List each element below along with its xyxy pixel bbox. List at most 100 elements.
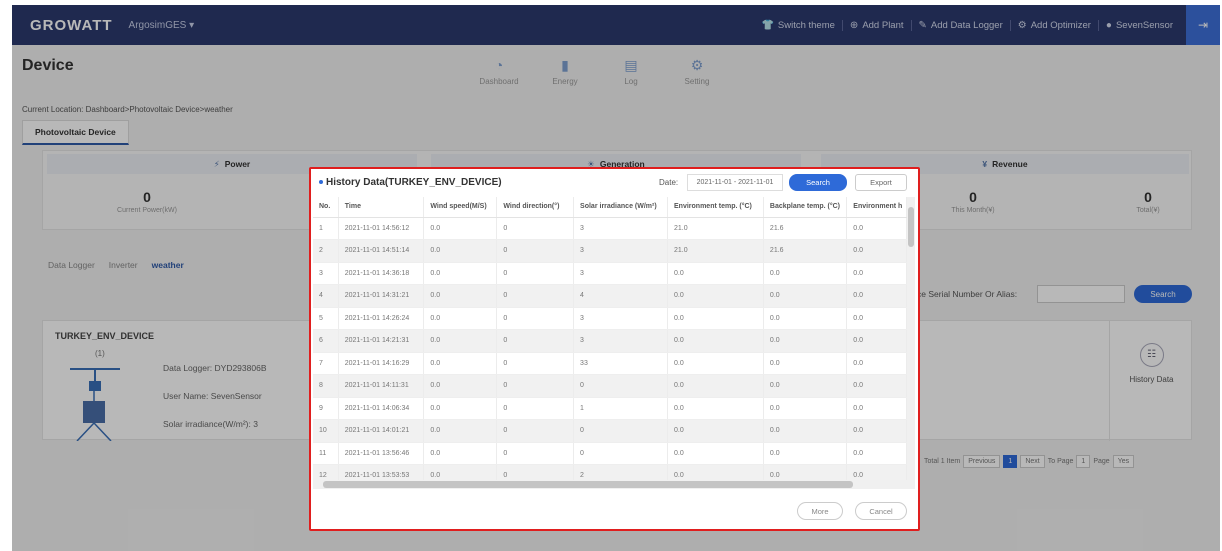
table-cell: 3 — [313, 262, 339, 285]
column-header: No. — [313, 197, 339, 218]
column-header: Backplane temp. (°C) — [763, 197, 848, 218]
table-cell: 0.0 — [846, 419, 907, 443]
table-cell: 0.0 — [846, 217, 907, 240]
table-cell: 0.0 — [846, 397, 907, 420]
table-cell: 0.0 — [763, 419, 848, 443]
table-cell: 7 — [313, 352, 339, 375]
search-button[interactable]: Search — [789, 174, 847, 191]
table-row[interactable]: 11 2021-11-01 13:56:46 0.0 0 0 0.0 0.0 0.0 — [313, 442, 907, 465]
table-row[interactable]: 5 2021-11-01 14:26:24 0.0 0 3 0.0 0.0 0.0 — [313, 307, 907, 330]
table-row[interactable]: 1 2021-11-01 14:56:12 0.0 0 3 21.0 21.6 0.0 — [313, 217, 907, 240]
table-cell: 0.0 — [423, 307, 498, 330]
table-cell: 9 — [313, 397, 339, 420]
table-row[interactable]: 7 2021-11-01 14:16:29 0.0 0 33 0.0 0.0 0.0 — [313, 352, 907, 375]
table-cell: 10 — [313, 419, 339, 443]
more-button[interactable]: More — [797, 502, 843, 520]
table-cell: 0.0 — [846, 464, 907, 480]
table-cell: 0.0 — [763, 329, 848, 353]
table-row[interactable]: 6 2021-11-01 14:21:31 0.0 0 3 0.0 0.0 0.0 — [313, 329, 907, 353]
table-cell: 0.0 — [846, 442, 907, 465]
table-cell: 0.0 — [667, 329, 764, 353]
title-dot-icon — [319, 180, 323, 185]
table-cell: 0 — [496, 329, 575, 353]
table-cell: 0.0 — [763, 374, 848, 398]
table-row[interactable]: 8 2021-11-01 14:11:31 0.0 0 0 0.0 0.0 0.0 — [313, 374, 907, 398]
vertical-scrollbar[interactable] — [907, 197, 915, 480]
table-cell: 0 — [496, 239, 575, 263]
table-cell: 4 — [573, 284, 669, 308]
table-cell: 0.0 — [423, 419, 498, 443]
cancel-button[interactable]: Cancel — [855, 502, 907, 520]
table-cell: 2021-11-01 14:26:24 — [338, 307, 425, 330]
table-cell: 1 — [573, 397, 669, 420]
history-table: No. Time Wind speed(M/S) Wind direction(°) S… — [313, 197, 907, 480]
table-row[interactable]: 3 2021-11-01 14:36:18 0.0 0 3 0.0 0.0 0.0 — [313, 262, 907, 285]
table-cell: 2021-11-01 14:11:31 — [338, 374, 425, 398]
table-cell: 0.0 — [763, 464, 848, 480]
table-cell: 0.0 — [763, 284, 848, 308]
table-cell: 0.0 — [763, 352, 848, 375]
table-cell: 0 — [496, 397, 575, 420]
table-cell: 2021-11-01 14:21:31 — [338, 329, 425, 353]
table-cell: 6 — [313, 329, 339, 353]
table-row[interactable]: 12 2021-11-01 13:53:53 0.0 0 2 0.0 0.0 0.0 — [313, 464, 907, 480]
table-cell: 0.0 — [667, 284, 764, 308]
table-cell: 0.0 — [423, 262, 498, 285]
table-cell: 3 — [573, 307, 669, 330]
table-row[interactable]: 2 2021-11-01 14:51:14 0.0 0 3 21.0 21.6 0.0 — [313, 239, 907, 263]
table-cell: 0.0 — [846, 307, 907, 330]
table-cell: 2 — [573, 464, 669, 480]
export-button[interactable]: Export — [855, 174, 907, 191]
table-cell: 0 — [496, 307, 575, 330]
table-cell: 0.0 — [423, 397, 498, 420]
table-cell: 0.0 — [667, 397, 764, 420]
column-header: Environment h — [846, 197, 907, 218]
table-cell: 0 — [573, 442, 669, 465]
table-cell: 0.0 — [763, 307, 848, 330]
table-cell: 4 — [313, 284, 339, 308]
horizontal-scrollbar[interactable] — [313, 480, 915, 489]
table-cell: 2 — [313, 239, 339, 263]
column-header: Wind speed(M/S) — [423, 197, 498, 218]
table-cell: 3 — [573, 329, 669, 353]
table-cell: 0.0 — [667, 307, 764, 330]
column-header: Solar irradiance (W/m²) — [573, 197, 669, 218]
table-cell: 0.0 — [667, 374, 764, 398]
table-cell: 33 — [573, 352, 669, 375]
table-body: 1 2021-11-01 14:56:12 0.0 0 3 21.0 21.6 0.0 2 202… — [313, 217, 907, 480]
table-row[interactable]: 10 2021-11-01 14:01:21 0.0 0 0 0.0 0.0 0.0 — [313, 419, 907, 443]
modal-header: History Data(TURKEY_ENV_DEVICE) Date: 20… — [311, 169, 918, 197]
table-cell: 0.0 — [667, 352, 764, 375]
table-cell: 2021-11-01 14:51:14 — [338, 239, 425, 263]
table-cell: 2021-11-01 14:01:21 — [338, 419, 425, 443]
table-row[interactable]: 4 2021-11-01 14:31:21 0.0 0 4 0.0 0.0 0.0 — [313, 284, 907, 308]
table-cell: 2021-11-01 14:31:21 — [338, 284, 425, 308]
table-cell: 0 — [496, 262, 575, 285]
table-cell: 2021-11-01 14:36:18 — [338, 262, 425, 285]
table-cell: 0 — [496, 442, 575, 465]
table-cell: 0.0 — [846, 374, 907, 398]
table-cell: 0 — [496, 352, 575, 375]
vertical-scroll-thumb[interactable] — [908, 207, 914, 247]
table-cell: 0.0 — [423, 329, 498, 353]
table-cell: 8 — [313, 374, 339, 398]
table-row[interactable]: 9 2021-11-01 14:06:34 0.0 0 1 0.0 0.0 0.0 — [313, 397, 907, 420]
table-cell: 3 — [573, 239, 669, 263]
table-cell: 0 — [496, 419, 575, 443]
table-cell: 0.0 — [846, 262, 907, 285]
date-range-input[interactable]: 2021-11-01 - 2021-11-01 — [687, 174, 783, 191]
table-cell: 21.0 — [667, 217, 764, 240]
table-cell: 2021-11-01 14:06:34 — [338, 397, 425, 420]
horizontal-scroll-thumb[interactable] — [323, 481, 853, 488]
table-cell: 11 — [313, 442, 339, 465]
table-cell: 0.0 — [423, 217, 498, 240]
table-cell: 0 — [573, 374, 669, 398]
table-cell: 0.0 — [423, 284, 498, 308]
modal-title: History Data(TURKEY_ENV_DEVICE) — [319, 177, 502, 188]
table-cell: 0.0 — [763, 397, 848, 420]
column-header: Environment temp. (°C) — [667, 197, 764, 218]
table-cell: 21.0 — [667, 239, 764, 263]
history-table-container: No. Time Wind speed(M/S) Wind direction(°) S… — [313, 197, 907, 480]
table-cell: 0.0 — [846, 329, 907, 353]
table-cell: 12 — [313, 464, 339, 480]
